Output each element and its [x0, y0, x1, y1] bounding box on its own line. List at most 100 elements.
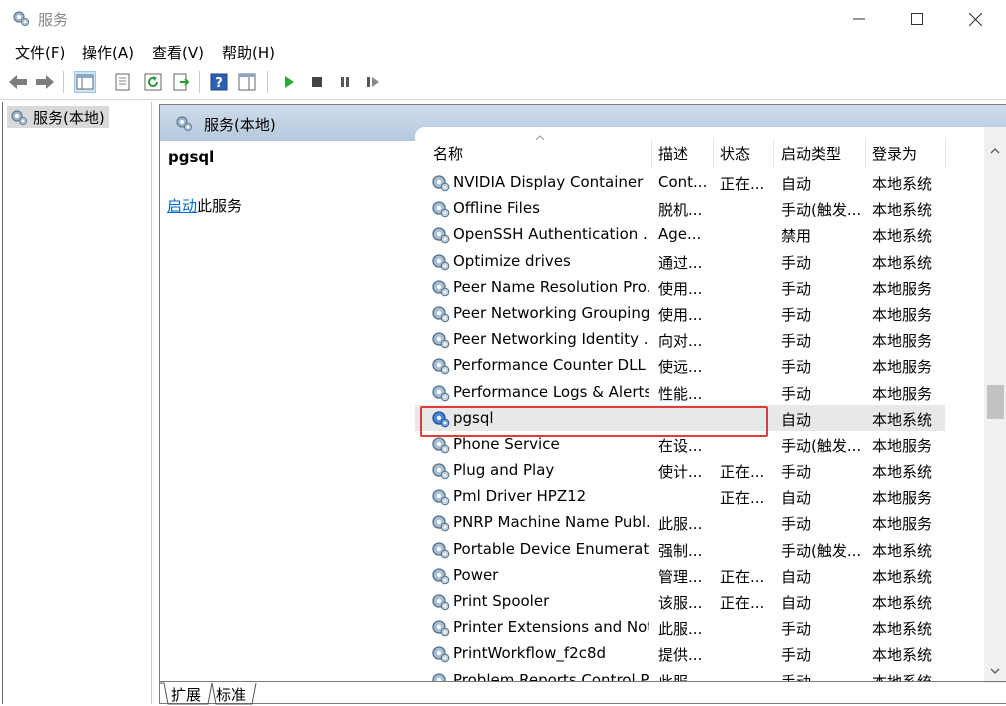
service-gear-icon [430, 617, 450, 641]
table-row[interactable]: PrintWorkflow_f2c8d 提供... 手动 本地系统 [415, 640, 945, 666]
restart-service-button[interactable] [362, 71, 384, 93]
tree-node-services-local[interactable]: 服务(本地) [7, 106, 109, 128]
service-gear-icon [430, 643, 450, 667]
service-startup-type-cell: 手动 [781, 279, 812, 298]
service-logon-cell: 本地系统 [872, 646, 933, 665]
tab-standard[interactable]: 标准 [216, 684, 246, 705]
service-name-cell: NVIDIA Display Container LS [453, 173, 649, 191]
stop-service-button[interactable] [306, 71, 328, 93]
scroll-down-button[interactable] [984, 661, 1006, 681]
service-logon-cell: 本地系统 [872, 253, 933, 272]
services-gear-icon [11, 110, 27, 125]
pause-service-button[interactable] [334, 71, 356, 93]
table-row[interactable]: OpenSSH Authentication ... Age... 禁用 本地系统 [415, 221, 945, 247]
service-gear-icon [430, 591, 450, 615]
scroll-thumb[interactable] [987, 385, 1004, 419]
service-gear-icon [430, 486, 450, 510]
maximize-button[interactable] [888, 0, 946, 38]
column-header-name[interactable]: 名称 [433, 143, 463, 164]
minimize-button[interactable] [830, 0, 888, 38]
table-row[interactable]: Performance Counter DLL ... 使远... 手动 本地服务 [415, 352, 945, 378]
show-action-pane-icon [238, 73, 256, 91]
menu-help[interactable]: 帮助(H) [222, 42, 275, 63]
service-startup-type-cell: 自动 [781, 410, 812, 429]
help-button[interactable]: ? [208, 71, 230, 93]
services-list: 名称 描述 状态 启动类型 登录为 NVIDIA Display Contain… [415, 127, 1006, 682]
service-description-cell: 在设... [658, 436, 703, 455]
service-name-cell: Phone Service [453, 434, 560, 453]
export-list-button[interactable] [170, 71, 192, 93]
start-service-link[interactable]: 启动 [167, 197, 197, 215]
service-description-cell: 此服... [658, 620, 703, 639]
table-row[interactable]: Problem Reports Control P... 此服... 手动 本地系统 [415, 667, 945, 682]
service-description-cell: 脱机... [658, 201, 703, 220]
column-divider[interactable] [651, 139, 652, 169]
column-divider[interactable] [865, 139, 866, 169]
service-startup-type-cell: 手动 [781, 332, 812, 351]
close-button[interactable] [946, 0, 1004, 38]
view-tabs: 扩展 标准 [160, 681, 1006, 705]
export-list-icon [173, 73, 190, 91]
table-row[interactable]: Plug and Play 使计... 正在... 手动 本地系统 [415, 457, 945, 483]
service-description-cell: 提供... [658, 646, 703, 665]
forward-button[interactable] [34, 71, 56, 93]
service-description-cell: 此服... [658, 515, 703, 534]
service-gear-icon [430, 277, 450, 301]
toolbar-separator [199, 71, 200, 93]
table-row[interactable]: Offline Files 脱机... 手动(触发... 本地系统 [415, 195, 945, 221]
play-icon [285, 76, 294, 88]
service-name-cell: Peer Networking Identity ... [453, 330, 649, 349]
vertical-scrollbar[interactable] [984, 127, 1006, 683]
service-description-cell: 性能... [658, 384, 703, 403]
column-divider[interactable] [713, 139, 714, 169]
service-gear-icon [430, 434, 450, 458]
service-startup-type-cell: 手动(触发... [781, 541, 862, 560]
table-row[interactable]: Print Spooler 该服... 正在... 自动 本地系统 [415, 588, 945, 614]
table-row[interactable]: NVIDIA Display Container LS Cont... 正在... 自… [415, 169, 945, 195]
table-row[interactable]: PNRP Machine Name Publ... 此服... 手动 本地服务 [415, 509, 945, 535]
svg-text:?: ? [215, 76, 223, 91]
properties-button[interactable] [112, 71, 134, 93]
table-row[interactable]: Portable Device Enumerat... 强制... 手动(触发...… [415, 536, 945, 562]
column-header-startup-type[interactable]: 启动类型 [781, 143, 841, 164]
start-service-button[interactable] [278, 71, 300, 93]
table-row[interactable]: Printer Extensions and Noti... 此服... 手动 本地系… [415, 614, 945, 640]
table-row[interactable]: Peer Networking Grouping 使用... 手动 本地服务 [415, 300, 945, 326]
service-gear-icon [430, 303, 450, 327]
column-header-status[interactable]: 状态 [720, 143, 750, 164]
show-action-pane-button[interactable] [236, 71, 258, 93]
table-row[interactable]: Power 管理... 正在... 自动 本地系统 [415, 562, 945, 588]
service-name-cell: Performance Counter DLL ... [453, 356, 649, 375]
service-logon-cell: 本地系统 [872, 227, 933, 246]
close-icon [968, 12, 982, 26]
column-divider[interactable] [773, 139, 774, 169]
refresh-button[interactable] [142, 71, 164, 93]
window-title: 服务 [38, 11, 69, 29]
column-header-description[interactable]: 描述 [658, 143, 688, 164]
service-startup-type-cell: 自动 [781, 489, 812, 508]
menu-file[interactable]: 文件(F) [15, 42, 65, 63]
table-row[interactable]: Optimize drives 通过... 手动 本地系统 [415, 248, 945, 274]
tab-extended[interactable]: 扩展 [171, 684, 201, 705]
service-startup-type-cell: 手动 [781, 620, 812, 639]
service-logon-cell: 本地服务 [872, 305, 933, 324]
pgsql-highlight-box [420, 406, 768, 437]
scroll-up-button[interactable] [984, 141, 1006, 161]
table-row[interactable]: Pml Driver HPZ12 正在... 自动 本地服务 [415, 483, 945, 509]
service-logon-cell: 本地系统 [872, 567, 933, 586]
column-header-log-on-as[interactable]: 登录为 [872, 143, 917, 164]
show-hide-tree-button[interactable] [74, 71, 96, 93]
service-gear-icon [430, 382, 450, 406]
tree-pane: 服务(本地) [2, 102, 152, 704]
service-name-cell: Offline Files [453, 199, 540, 218]
service-gear-icon [430, 198, 450, 222]
table-row[interactable]: Performance Logs & Alerts 性能... 手动 本地服务 [415, 379, 945, 405]
column-divider[interactable] [945, 139, 946, 169]
table-row[interactable]: Peer Networking Identity ... 向对... 手动 本地服务 [415, 326, 945, 352]
service-name-cell: Optimize drives [453, 251, 571, 270]
menu-view[interactable]: 查看(V) [152, 42, 204, 63]
back-button[interactable] [7, 71, 29, 93]
menu-action[interactable]: 操作(A) [82, 42, 134, 63]
service-description-cell: 该服... [658, 594, 703, 612]
table-row[interactable]: Peer Name Resolution Pro... 使用... 手动 本地服务 [415, 274, 945, 300]
